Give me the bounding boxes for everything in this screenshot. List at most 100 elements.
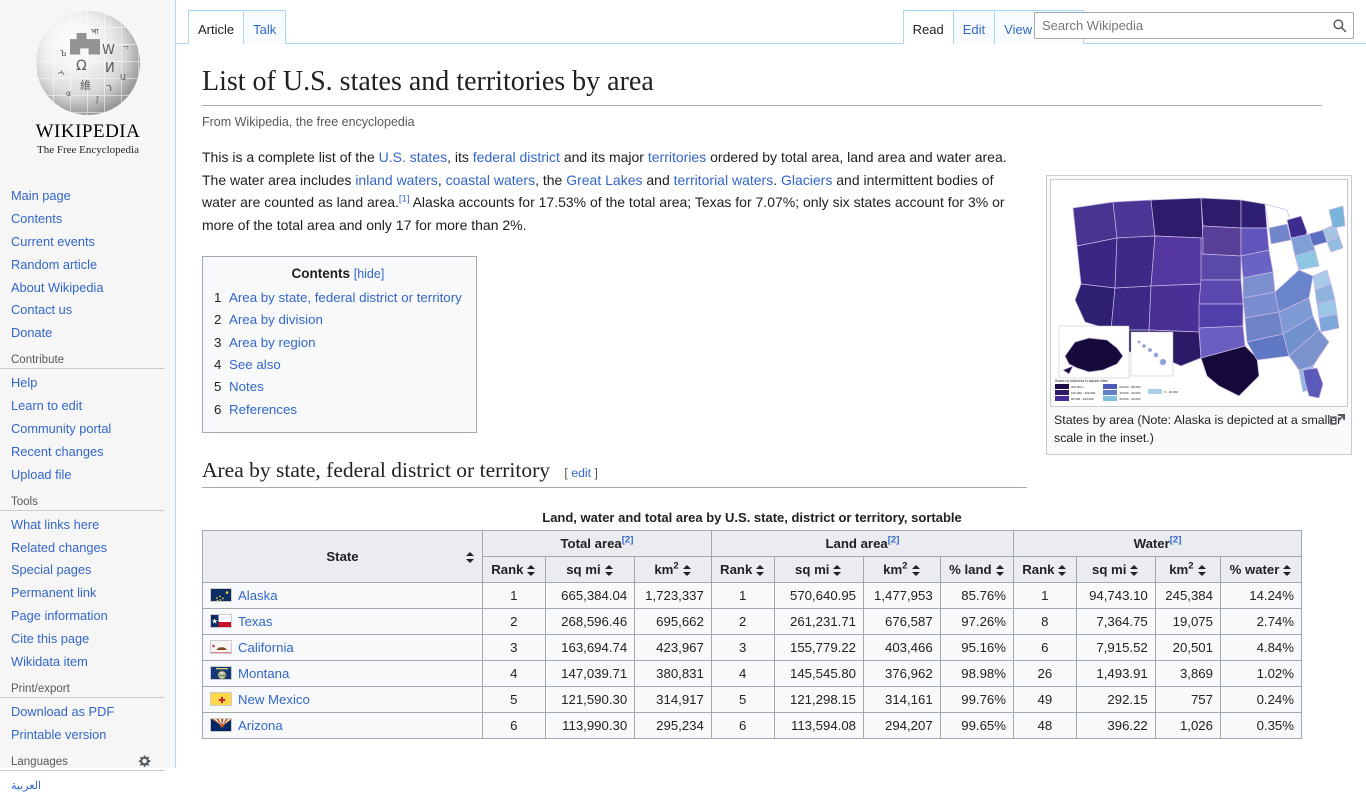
cell-state[interactable]: Arizona [202, 712, 483, 740]
tab-read[interactable]: Read [902, 9, 954, 44]
sidebar-item-upload-file[interactable]: Upload file [11, 463, 175, 486]
sidebar-link[interactable]: Community portal [11, 421, 111, 436]
sidebar-link[interactable]: What links here [11, 517, 99, 532]
col-header-water-km2[interactable]: km2 [1154, 556, 1221, 584]
cell-state[interactable]: Alaska [202, 582, 483, 610]
sidebar-item-special-pages[interactable]: Special pages [11, 558, 175, 581]
sidebar-item-main-page[interactable]: Main page [11, 184, 175, 207]
search-button[interactable] [1326, 13, 1353, 38]
states-by-area-map-image[interactable]: States by total area in square miles 200… [1050, 179, 1348, 407]
sidebar-link[interactable]: Special pages [11, 562, 91, 577]
col-header-pct-land[interactable]: % land [939, 556, 1015, 584]
sidebar-item-what-links-here[interactable]: What links here [11, 513, 175, 536]
col-header-total-rank[interactable]: Rank [482, 556, 546, 584]
sidebar-item-cite-this-page[interactable]: Cite this page [11, 627, 175, 650]
ref-link-2[interactable]: [2] [1170, 535, 1182, 546]
ref-link-2[interactable]: [2] [622, 535, 634, 546]
search-input[interactable] [1034, 12, 1354, 39]
sidebar-link[interactable]: Random article [11, 257, 97, 272]
edit-link[interactable]: edit [571, 466, 591, 480]
toc-link[interactable]: Area by state, federal district or terri… [229, 290, 462, 305]
sort-arrow-icon[interactable] [466, 551, 475, 563]
col-header-state[interactable]: State [202, 530, 483, 584]
sidebar-item-donate[interactable]: Donate [11, 321, 175, 344]
sidebar-link[interactable]: Wikidata item [11, 654, 88, 669]
link-federal-district[interactable]: federal district [473, 149, 560, 165]
sort-arrow-icon[interactable] [1058, 565, 1067, 577]
state-link[interactable]: Arizona [238, 718, 283, 733]
col-header-water-sqmi[interactable]: sq mi [1075, 556, 1156, 584]
sidebar-item-permanent-link[interactable]: Permanent link [11, 581, 175, 604]
toc-link[interactable]: Area by region [229, 335, 315, 350]
sidebar-link[interactable]: Help [11, 375, 37, 390]
sidebar-link[interactable]: Contact us [11, 302, 72, 317]
cell-state[interactable]: Montana [202, 660, 483, 688]
sidebar-link[interactable]: Recent changes [11, 444, 103, 459]
state-link[interactable]: New Mexico [238, 692, 310, 707]
link-us-states[interactable]: U.S. states [379, 149, 447, 165]
state-link[interactable]: Texas [238, 614, 272, 629]
sidebar-item-recent-changes[interactable]: Recent changes [11, 440, 175, 463]
link-territorial-waters[interactable]: territorial waters [674, 172, 774, 188]
toc-link[interactable]: Notes [229, 379, 264, 394]
link-inland-waters[interactable]: inland waters [355, 172, 438, 188]
sidebar-link[interactable]: Upload file [11, 467, 71, 482]
link-glaciers[interactable]: Glaciers [781, 172, 832, 188]
sidebar-link[interactable]: Learn to edit [11, 398, 82, 413]
sidebar-link[interactable]: Donate [11, 325, 52, 340]
toc-item[interactable]: 3 Area by region [214, 331, 462, 353]
toc-item[interactable]: 1 Area by state, federal district or terr… [214, 287, 462, 309]
sidebar-link[interactable]: Download as PDF [11, 704, 114, 719]
col-header-total-km2[interactable]: km2 [634, 556, 712, 584]
state-link[interactable]: Montana [238, 666, 289, 681]
sidebar-item-current-events[interactable]: Current events [11, 230, 175, 253]
toc-item[interactable]: 2 Area by division [214, 309, 462, 331]
state-link[interactable]: Alaska [238, 588, 278, 603]
sidebar-item-page-information[interactable]: Page information [11, 604, 175, 627]
sidebar-item-wikidata-item[interactable]: Wikidata item [11, 650, 175, 673]
sort-arrow-icon[interactable] [756, 565, 765, 577]
col-header-land-sqmi[interactable]: sq mi [773, 556, 865, 584]
col-header-land-km2[interactable]: km2 [863, 556, 941, 584]
sort-arrow-icon[interactable] [1130, 565, 1139, 577]
sort-arrow-icon[interactable] [527, 565, 536, 577]
toc-link[interactable]: See also [229, 357, 281, 372]
sort-arrow-icon[interactable] [682, 565, 692, 577]
toc-item[interactable]: 5 Notes [214, 376, 462, 398]
ref-link-1[interactable]: [1] [399, 194, 410, 205]
sidebar-link[interactable]: Page information [11, 608, 108, 623]
gear-icon[interactable] [137, 754, 151, 768]
sidebar-item-download-as-pdf[interactable]: Download as PDF [11, 700, 175, 723]
sidebar-item-random-article[interactable]: Random article [11, 253, 175, 276]
link-territories[interactable]: territories [648, 149, 706, 165]
sidebar-item-printable-version[interactable]: Printable version [11, 723, 175, 746]
section-edit-link[interactable]: [ edit ] [564, 466, 598, 480]
col-header-water-rank[interactable]: Rank [1013, 556, 1077, 584]
sidebar-link[interactable]: Current events [11, 234, 95, 249]
sidebar-item-about-wikipedia[interactable]: About Wikipedia [11, 276, 175, 299]
enlarge-icon[interactable] [1329, 413, 1345, 425]
tab-edit[interactable]: Edit [952, 9, 996, 44]
link-great-lakes[interactable]: Great Lakes [566, 172, 642, 188]
col-header-pct-water[interactable]: % water [1219, 556, 1303, 584]
sidebar-link[interactable]: Contents [11, 211, 62, 226]
link-coastal-waters[interactable]: coastal waters [446, 172, 535, 188]
sidebar-item-community-portal[interactable]: Community portal [11, 417, 175, 440]
sidebar-link[interactable]: العربية [11, 780, 41, 792]
cell-state[interactable]: Texas [202, 608, 483, 636]
toc-hide-toggle[interactable]: [hide] [354, 267, 385, 281]
sidebar-link[interactable]: Permanent link [11, 585, 96, 600]
sort-arrow-icon[interactable] [1197, 565, 1207, 577]
toc-item[interactable]: 6 References [214, 398, 462, 420]
sidebar-item-learn-to-edit[interactable]: Learn to edit [11, 394, 175, 417]
ref-link-2[interactable]: [2] [888, 535, 900, 546]
wikipedia-logo[interactable]: W Ω И 維 ר Ъ भा ሓ ᄀ α ʃ Ա WIKIPEDIA The F… [0, 0, 176, 160]
sort-arrow-icon[interactable] [995, 565, 1005, 577]
toc-link[interactable]: Area by division [229, 312, 323, 327]
sidebar-link[interactable]: Related changes [11, 540, 107, 555]
sidebar-item-contents[interactable]: Contents [11, 207, 175, 230]
sidebar-item-language-arabic[interactable]: العربية [11, 773, 175, 796]
cell-state[interactable]: California [202, 634, 483, 662]
sidebar-item-related-changes[interactable]: Related changes [11, 536, 175, 559]
state-link[interactable]: California [238, 640, 294, 655]
